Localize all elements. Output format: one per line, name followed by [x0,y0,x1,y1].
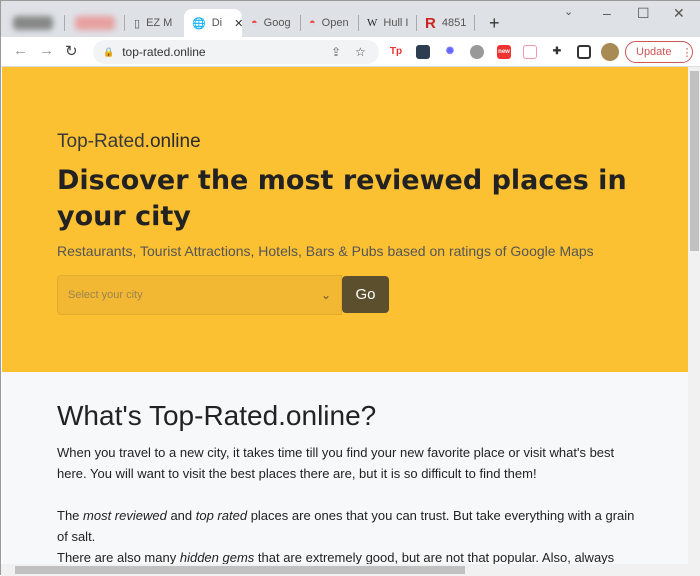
tab-google[interactable]: ◓ Goog [243,9,301,37]
hero-section: Top-Rated.online Discover the most revie… [2,67,688,372]
text: The [57,508,84,523]
tab-open[interactable]: ◓ Open [301,9,359,37]
tab-bar: ▯ EZ M 🌐 Di ✕ ◓ Goog ◓ Open W Hull I R 4851 + ⌄… [1,1,700,37]
new-extension-icon[interactable]: new [497,45,511,59]
tab-4851[interactable]: R 4851 [417,9,475,37]
back-button[interactable]: ← [13,42,28,59]
forward-button[interactable]: → [39,42,54,59]
emphasis: most reviewed [83,508,167,523]
hero-title: Discover the most reviewed places in you… [57,165,627,232]
kebab-menu-icon[interactable]: ⋮ [681,46,692,59]
select-placeholder: Select your city [68,289,143,301]
site-logo[interactable]: Top-Rated.online [57,131,688,153]
horizontal-scrollbar[interactable] [1,564,700,576]
minimize-button[interactable]: – [603,5,611,21]
page-content: Top-Rated.online Discover the most revie… [2,67,688,564]
emphasis: top rated [195,508,248,523]
city-select[interactable]: Select your city ⌄ [57,275,342,315]
wikipedia-icon: W [367,17,378,29]
new-tab-button[interactable]: + [481,9,500,37]
google-drive-icon: ◓ [309,17,316,29]
globe-icon: 🌐 [192,17,206,30]
tab-active[interactable]: 🌐 Di ✕ [184,9,243,37]
reload-button[interactable]: ↻ [65,42,78,60]
city-form: Select your city ⌄ Go [57,275,688,315]
tab-wikipedia[interactable]: W Hull I [359,9,417,37]
text: that are extremely good, but are not tha… [254,550,615,564]
brand-light: Top-Rated [57,131,145,152]
blurred-tab-content [75,16,115,30]
tab-label: Goog [263,17,291,29]
r-logo-icon: R [425,14,436,32]
tab-label: EZ M [146,17,173,29]
address-bar[interactable]: 🔒 top-rated.online ⇪ ☆ [93,40,379,64]
tab-blurred-2[interactable] [67,9,125,37]
side-panel-icon[interactable] [577,45,591,59]
pencil-extension-icon[interactable] [523,45,537,59]
tab-label: Hull I [383,17,409,29]
bookmark-star-icon[interactable]: ☆ [355,45,366,59]
update-button[interactable]: Update ⋮ [625,41,693,63]
share-icon[interactable]: ⇪ [331,45,341,59]
tab-blurred-1[interactable] [5,9,65,37]
sun-extension-icon[interactable]: ✺ [443,45,457,59]
text: and [166,508,196,523]
about-section: What's Top-Rated.online? When you travel… [2,372,688,564]
tab-ez-maps[interactable]: ▯ EZ M [126,9,184,37]
google-drive-icon: ◓ [251,17,258,29]
tab-search-icon[interactable]: ⌄ [564,5,573,18]
tab-label: Open [321,17,349,29]
lock-icon: 🔒 [103,46,115,57]
vertical-scroll-thumb[interactable] [690,71,699,251]
maximize-button[interactable]: ☐ [637,5,650,22]
about-title: What's Top-Rated.online? [57,400,377,431]
hero-subtitle: Restaurants, Tourist Attractions, Hotels… [57,243,594,259]
dots-extension-icon[interactable] [416,45,430,59]
close-tab-icon[interactable]: ✕ [234,17,243,30]
about-paragraph-1: When you travel to a new city, it takes … [57,445,615,481]
toolbar: ← → ↻ 🔒 top-rated.online ⇪ ☆ Tp ✺ new ✚ … [1,37,700,67]
update-label: Update [636,46,672,58]
close-window-button[interactable]: ✕ [673,5,685,22]
vertical-scrollbar[interactable] [688,67,700,564]
map-icon: ▯ [134,17,141,30]
blurred-tab-content [13,16,53,30]
profile-avatar[interactable] [601,43,619,61]
horizontal-scroll-thumb[interactable] [15,566,465,574]
brand-bold: .online [144,131,201,152]
text: There are also many [57,550,180,564]
tab-label: Di [211,17,223,29]
chevron-down-icon: ⌄ [320,288,331,302]
tp-extension-icon[interactable]: Tp [389,45,403,59]
about-paragraph-3: There are also many hidden gems that are… [57,547,647,564]
url-text: top-rated.online [122,45,206,59]
go-button[interactable]: Go [342,276,389,313]
about-paragraph-2: The most reviewed and top rated places a… [57,505,647,547]
emphasis: hidden gems [179,550,255,564]
puzzle-extensions-icon[interactable]: ✚ [550,45,564,59]
circle-extension-icon[interactable] [470,45,484,59]
tab-label: 4851 [441,17,467,29]
